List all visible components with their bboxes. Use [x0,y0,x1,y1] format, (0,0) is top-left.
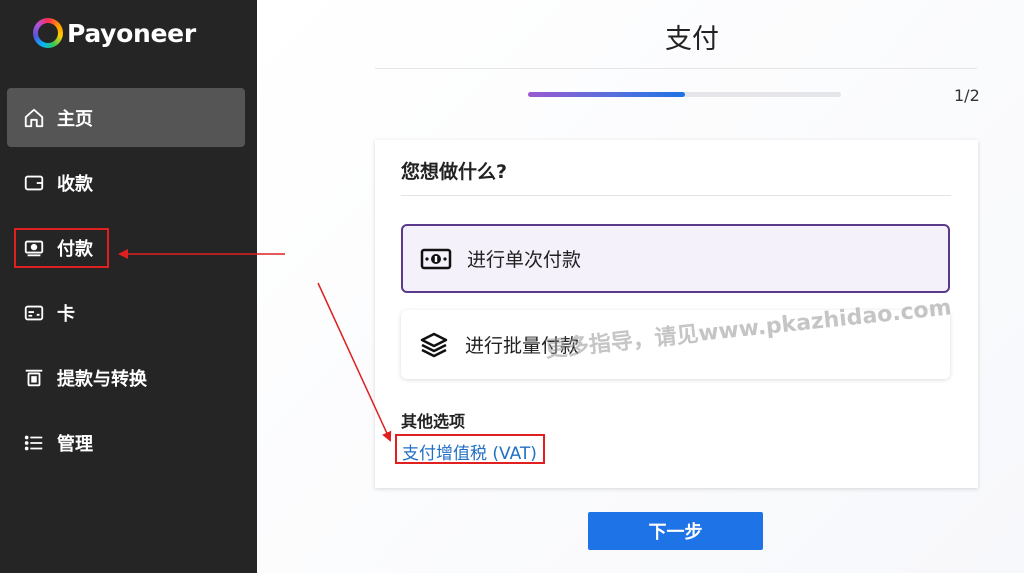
sidebar-item-label: 收款 [57,173,93,195]
brand-name: Payoneer [67,18,196,48]
withdraw-icon [23,367,45,389]
progress-bar-fill [528,92,685,97]
other-options-title: 其他选项 [401,412,466,431]
step-counter: 1/2 [954,86,980,105]
vat-highlight-box [395,434,545,464]
sidebar-item-withdraw[interactable]: 提款与转换 [7,348,245,407]
layers-icon [417,330,451,360]
sidebar-item-receive[interactable]: 收款 [7,153,245,212]
sidebar: Payoneer 主页 收款 付款 卡 提款与转换 管理 [0,0,257,573]
sidebar-item-home[interactable]: 主页 [7,88,245,147]
logo-ring-icon [33,18,63,48]
next-step-button[interactable]: 下一步 [588,512,763,550]
option-single-payment[interactable]: 进行单次付款 [401,224,950,293]
banknote-icon [419,244,453,274]
home-icon [23,107,45,129]
sidebar-item-card[interactable]: 卡 [7,283,245,342]
list-icon [23,432,45,454]
option-label: 进行单次付款 [467,249,582,271]
payoneer-logo[interactable]: Payoneer [33,17,196,49]
title-divider [375,68,977,69]
progress-bar [528,92,841,97]
sidebar-item-manage[interactable]: 管理 [7,413,245,472]
card-heading: 您想做什么? [401,161,508,183]
sidebar-item-label: 提款与转换 [57,368,147,390]
wallet-icon [23,172,45,194]
page-title: 支付 [665,24,719,55]
card-icon [23,302,45,324]
main-content: 支付 1/2 您想做什么? 进行单次付款 进行批量付款 其他选项 支付增值税 (… [257,0,1024,573]
pay-highlight-box [14,228,109,268]
sidebar-item-label: 卡 [57,303,75,325]
card-divider [401,195,951,196]
sidebar-item-label: 管理 [57,433,93,455]
sidebar-item-label: 主页 [57,108,93,130]
